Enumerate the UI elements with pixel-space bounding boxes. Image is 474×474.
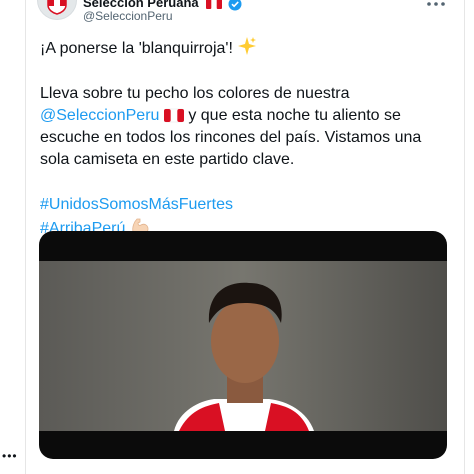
author-handle[interactable]: @SeleccionPeru [83, 9, 173, 23]
more-icon[interactable] [424, 0, 448, 12]
tweet-line-2-pre: Lleva sobre tu pecho los colores de nues… [40, 85, 350, 102]
avatar[interactable] [37, 0, 77, 20]
peru-flag-icon [163, 108, 184, 123]
hashtag-link-1[interactable]: #UnidosSomosMásFuertes [40, 196, 233, 213]
tweet-line-1-text: ¡A ponerse la 'blanquirroja'! [40, 40, 233, 57]
video-player[interactable] [39, 231, 447, 459]
sparkles-icon [238, 37, 257, 55]
timeline-right-border [464, 0, 465, 474]
tweet-paragraph-2: Lleva sobre tu pecho los colores de nues… [40, 83, 455, 171]
video-frame [39, 261, 447, 431]
timeline-left-border [25, 0, 26, 474]
ellipsis-icon: ••• [2, 449, 18, 463]
hashtag-row-1: #UnidosSomosMásFuertes [40, 194, 455, 216]
mention-link[interactable]: @SeleccionPeru [40, 107, 159, 124]
tweet-body: ¡A ponerse la 'blanquirroja'! Lleva sobr… [40, 36, 455, 240]
verified-badge-icon [228, 0, 242, 11]
tweet-line-1: ¡A ponerse la 'blanquirroja'! [40, 36, 455, 60]
peru-flag-icon [206, 0, 223, 10]
shield-icon [47, 0, 67, 15]
